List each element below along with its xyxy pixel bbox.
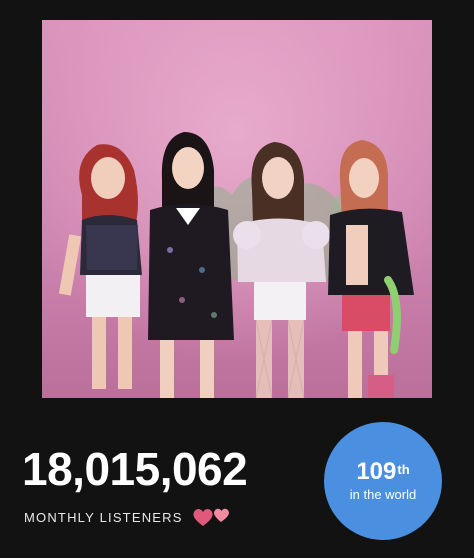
world-rank-suffix: th bbox=[397, 462, 410, 477]
world-rank-caption: in the world bbox=[349, 487, 417, 502]
two-hearts-icon bbox=[191, 505, 233, 529]
monthly-listeners-label: MONTHLY LISTENERS bbox=[24, 509, 183, 525]
world-rank-number: 109 bbox=[356, 458, 397, 485]
world-rank-badge: 109 th in the world bbox=[324, 422, 442, 540]
monthly-listeners-count: 18,015,062 bbox=[22, 443, 248, 495]
artist-stats-card: 18,015,062 MONTHLY LISTENERS 109 th in t… bbox=[0, 0, 474, 558]
artist-photo-illustration bbox=[42, 20, 432, 398]
monthly-listeners-label-row: MONTHLY LISTENERS bbox=[24, 505, 233, 529]
world-rank-number-row: 109 th bbox=[356, 460, 409, 484]
artist-photo[interactable] bbox=[42, 20, 432, 398]
